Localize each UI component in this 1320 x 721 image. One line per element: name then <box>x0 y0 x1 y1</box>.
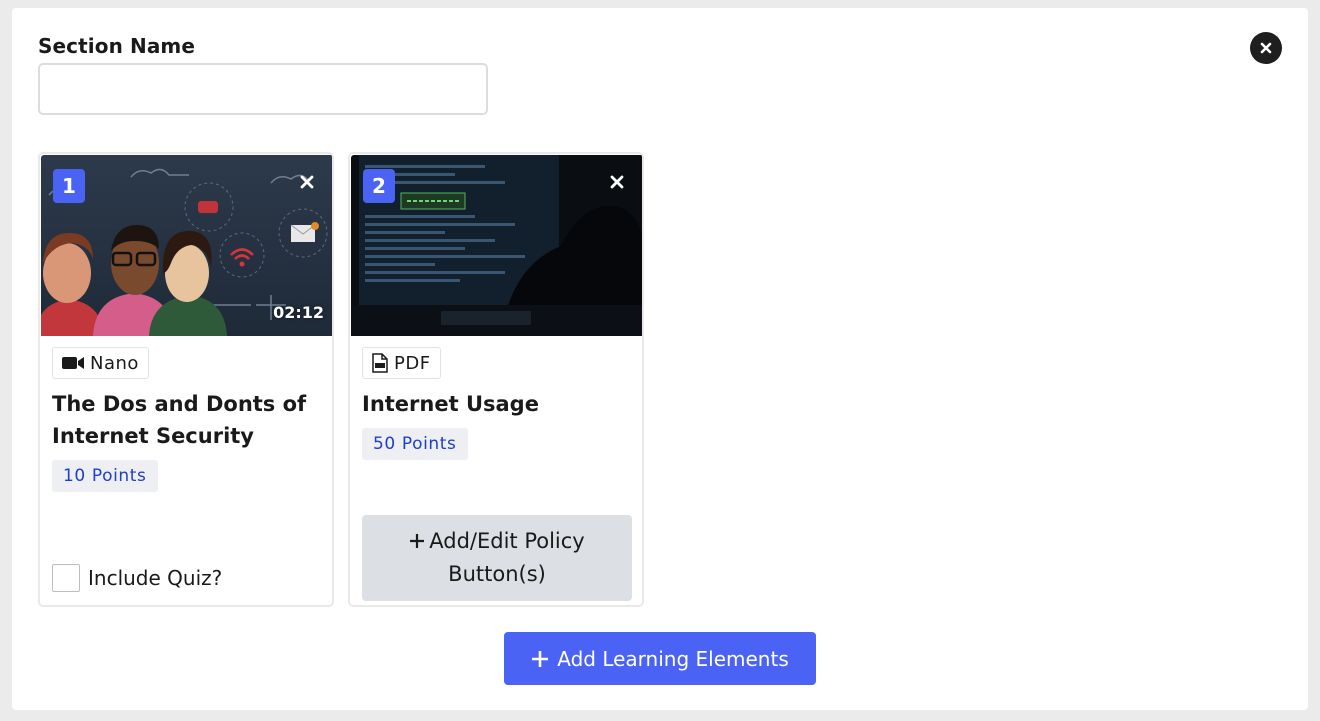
video-camera-icon <box>62 357 84 369</box>
points-badge: 50 Points <box>362 428 468 460</box>
element-title: Internet Usage <box>362 392 539 416</box>
pdf-thumbnail[interactable]: 2 <box>351 155 642 336</box>
section-editor-panel: Section Name 1 02:12 Nano The Dos and Do… <box>12 8 1308 710</box>
close-icon <box>1260 42 1272 54</box>
content-type-tag: Nano <box>52 347 149 379</box>
remove-element-button[interactable] <box>604 169 630 195</box>
remove-element-button[interactable] <box>294 169 320 195</box>
add-learning-elements-label: Add Learning Elements <box>557 646 789 671</box>
video-thumbnail[interactable]: 1 02:12 <box>41 155 332 336</box>
content-type-label: Nano <box>90 352 139 374</box>
add-learning-elements-button[interactable]: Add Learning Elements <box>504 632 816 685</box>
points-badge: 10 Points <box>52 460 158 492</box>
order-badge: 1 <box>53 169 85 203</box>
close-modal-button[interactable] <box>1250 32 1282 64</box>
section-name-label: Section Name <box>38 34 196 58</box>
content-type-tag: PDF <box>362 347 441 379</box>
policy-button-label: Add/Edit Policy Button(s) <box>429 529 585 586</box>
include-quiz-checkbox[interactable] <box>52 564 80 592</box>
learning-element-card: 1 02:12 Nano The Dos and Donts of Intern… <box>38 152 334 607</box>
include-quiz-row: Include Quiz? <box>52 564 222 592</box>
pdf-file-icon <box>372 353 388 373</box>
close-icon <box>300 175 314 189</box>
learning-element-card: 2 PDF Internet Usage 50 Points Add/Edit … <box>348 152 644 607</box>
plus-icon <box>532 650 549 667</box>
close-icon <box>610 175 624 189</box>
order-badge: 2 <box>363 169 395 203</box>
content-type-label: PDF <box>394 352 431 374</box>
add-edit-policy-button[interactable]: Add/Edit Policy Button(s) <box>362 515 632 601</box>
element-title: The Dos and Donts of Internet Security <box>52 392 307 448</box>
include-quiz-label: Include Quiz? <box>88 566 223 590</box>
video-duration: 02:12 <box>273 303 324 322</box>
plus-icon <box>410 534 425 548</box>
section-name-input[interactable] <box>38 63 488 115</box>
